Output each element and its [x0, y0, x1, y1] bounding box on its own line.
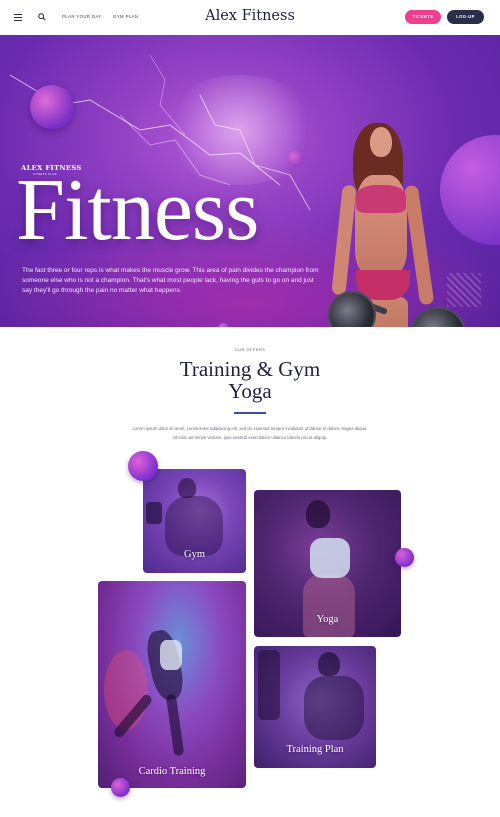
offers-title: Training & Gym Yoga	[0, 358, 500, 402]
offer-card-label: Training Plan	[286, 744, 344, 755]
hero-model-top	[356, 185, 406, 213]
gym-athlete-figure	[178, 478, 196, 498]
hero-model-face	[370, 127, 392, 157]
decor-orb	[30, 85, 74, 129]
runner-figure	[160, 640, 182, 670]
yoga-model-figure	[303, 575, 355, 637]
site-header: PLAN YOUR DAY GYM PLAN Alex Fitness TICK…	[0, 0, 500, 35]
yoga-model-figure	[310, 538, 350, 578]
boxer-figure	[318, 652, 340, 676]
login-button[interactable]: LOG-UP	[447, 10, 484, 24]
offers-description: Lorem ipsum dolor sit amet, consectetur …	[132, 426, 368, 440]
gym-athlete-figure	[165, 496, 223, 556]
hero-banner: ALEX FITNESS FITNESS CLUB Fitness The fa…	[0, 35, 500, 327]
decor-orb	[111, 778, 130, 797]
decor-orb	[128, 451, 158, 481]
offers-title-line: Training & Gym	[179, 357, 321, 381]
punching-bag-figure	[258, 650, 280, 720]
offers-title-line: Yoga	[228, 379, 272, 403]
decor-orb	[395, 548, 414, 567]
offers-kicker: OUR OFFERS	[234, 348, 266, 352]
offer-card-label: Yoga	[316, 614, 339, 625]
title-divider	[234, 412, 266, 414]
decor-orb	[287, 150, 304, 167]
boxer-figure	[304, 676, 364, 740]
decor-pattern	[447, 273, 481, 307]
hero-title: Fitness	[16, 162, 259, 259]
decor-orb	[218, 323, 229, 327]
hero-description: The fast three or four reps is what make…	[22, 267, 319, 294]
offer-card-label: Cardio Training	[138, 766, 206, 777]
offer-card-label: Gym	[184, 549, 205, 560]
dumbbell-icon	[146, 502, 162, 524]
tickets-button[interactable]: TICKETS	[405, 10, 441, 24]
yoga-model-figure	[306, 500, 330, 528]
